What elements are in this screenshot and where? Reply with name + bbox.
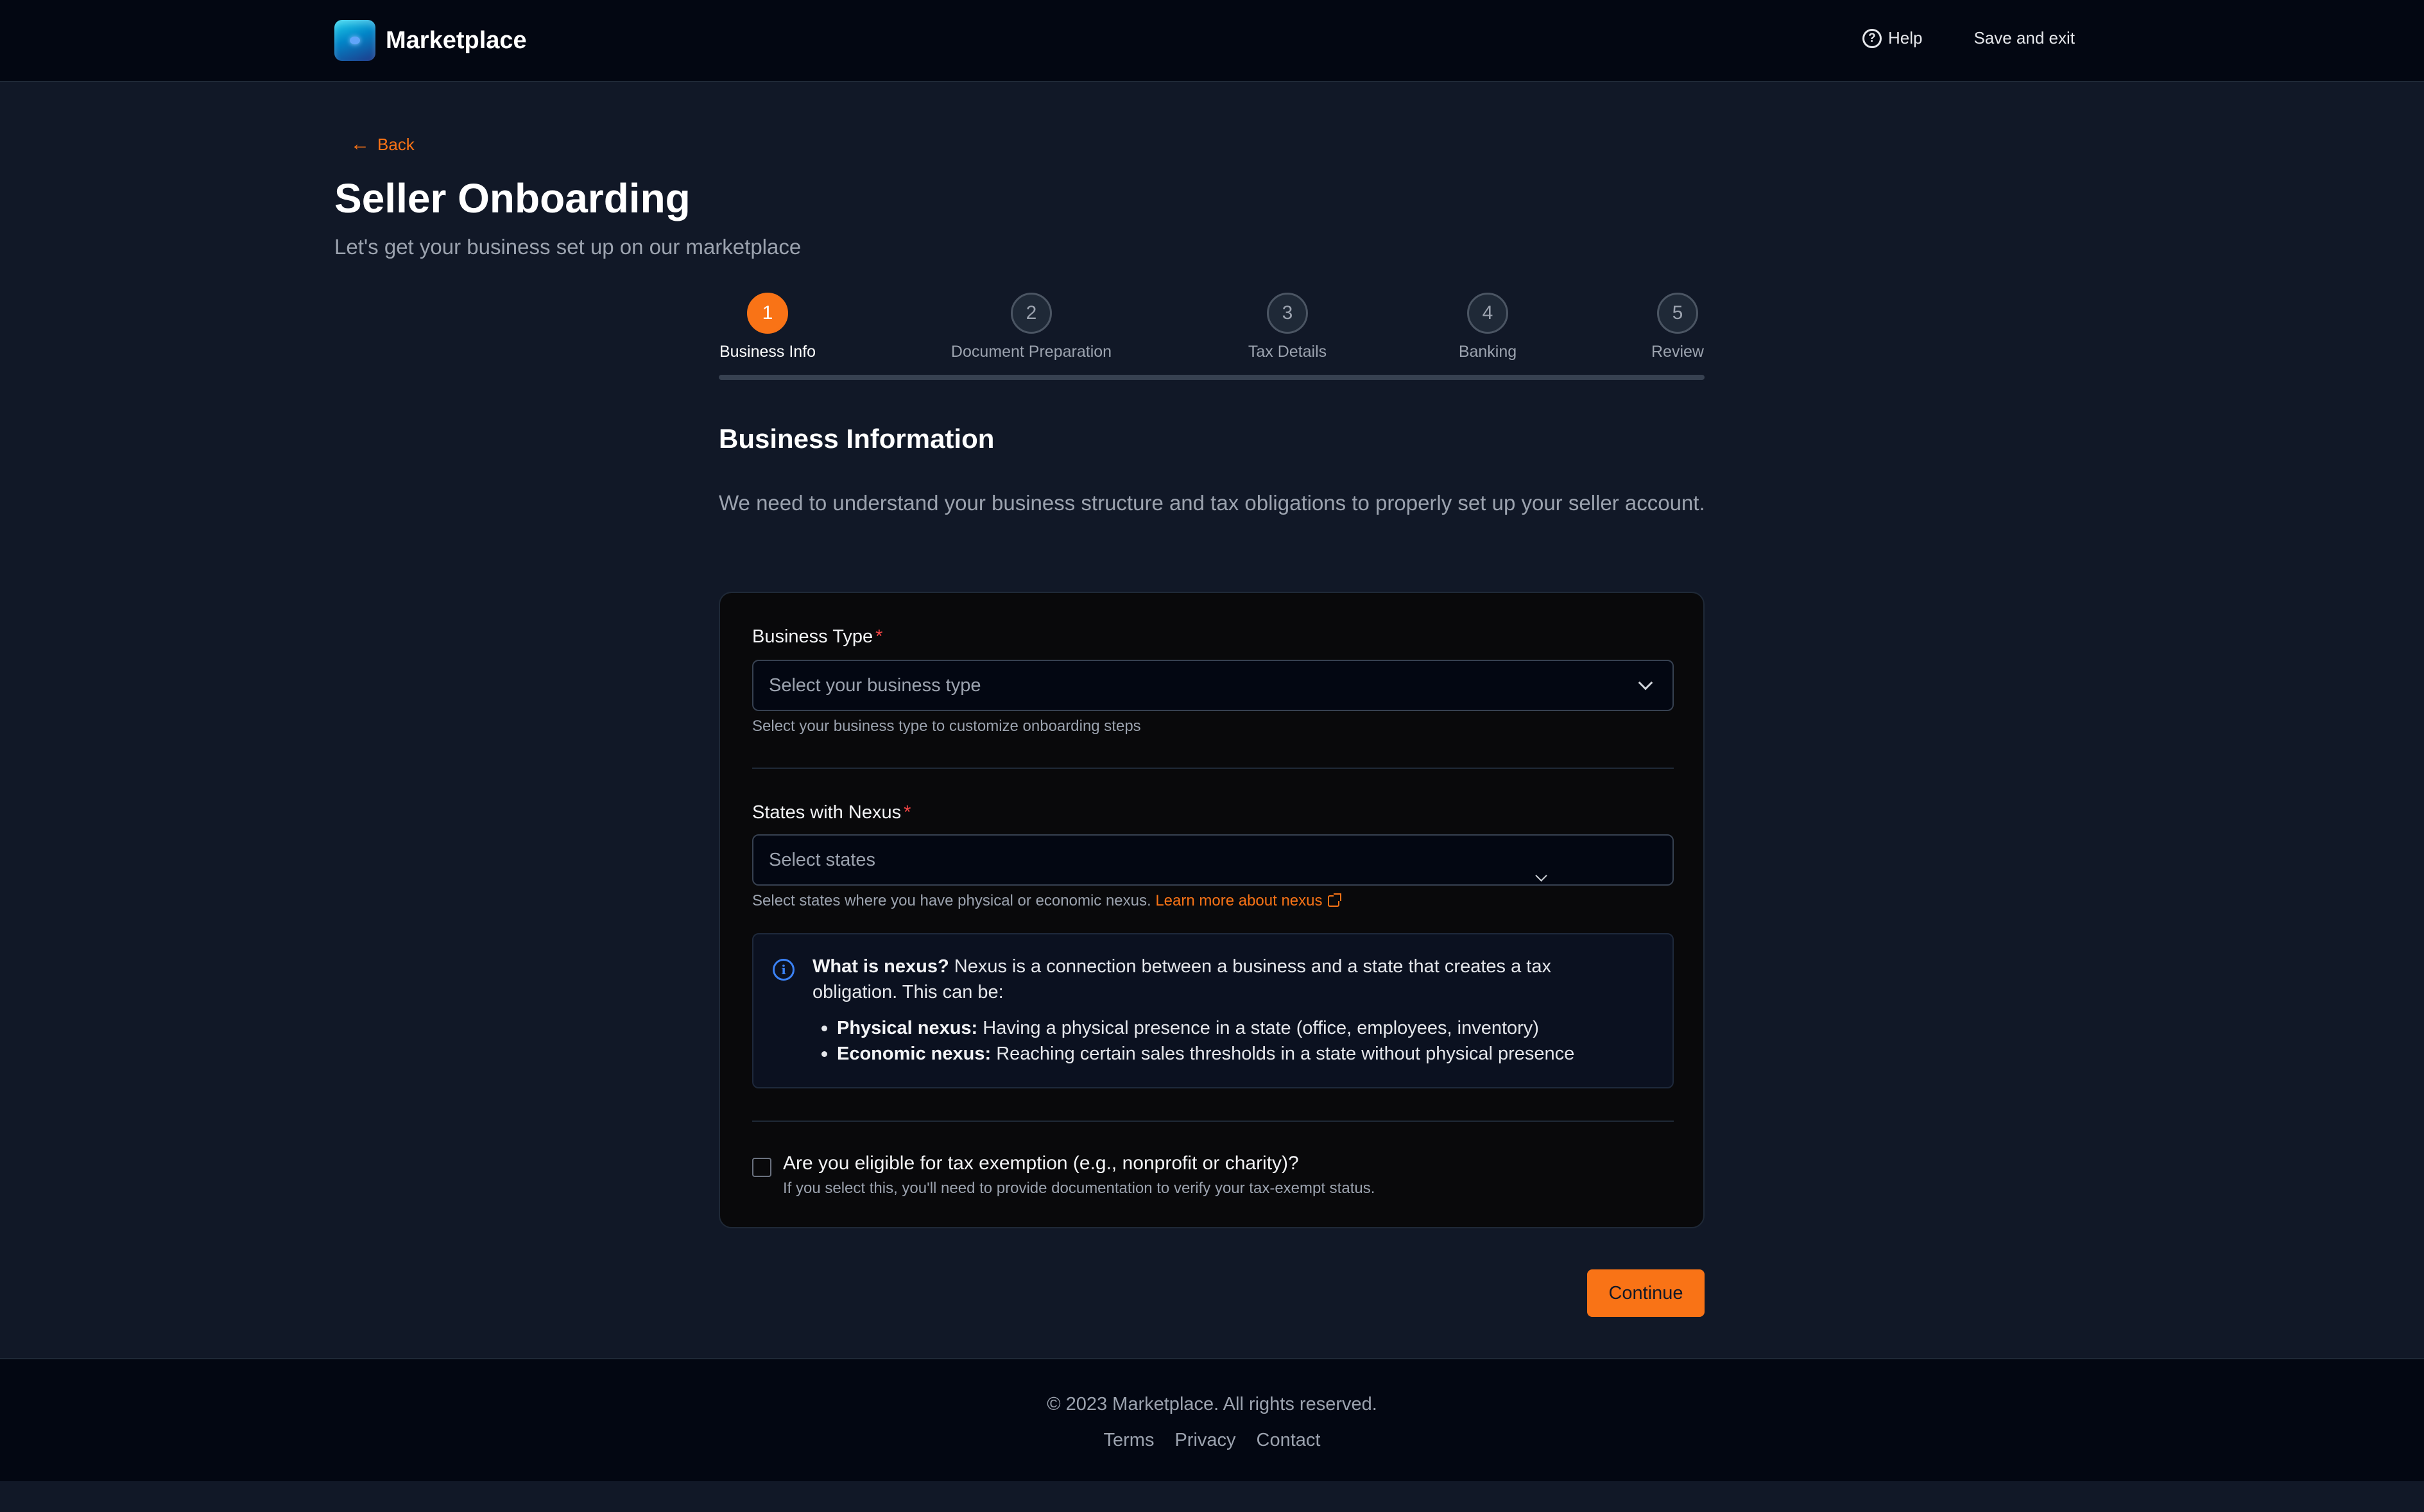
nexus-info-text: What is nexus? Nexus is a connection bet…	[812, 954, 1621, 1005]
tax-exempt-checkbox[interactable]	[752, 1158, 771, 1177]
nexus-term: Physical nexus:	[837, 1018, 978, 1038]
business-type-label-text: Business Type	[752, 626, 873, 647]
back-link[interactable]: ← Back	[350, 133, 415, 155]
required-mark: *	[904, 802, 911, 823]
step-number: 4	[1467, 293, 1508, 334]
step-label: Review	[1651, 343, 1704, 361]
step-number: 5	[1657, 293, 1698, 334]
section-title: Business Information	[719, 424, 995, 454]
nexus-info-lead: What is nexus?	[812, 956, 949, 977]
nexus-states-label: States with Nexus *	[752, 802, 911, 823]
step-number: 1	[747, 293, 788, 334]
step-label: Tax Details	[1248, 343, 1327, 361]
stepper-progress-track	[719, 375, 1705, 380]
nexus-states-placeholder: Select states	[769, 850, 876, 870]
save-and-exit-button[interactable]: Save and exit	[1973, 28, 2075, 48]
brand[interactable]: Marketplace	[334, 20, 527, 61]
section-description: We need to understand your business stru…	[719, 491, 1705, 515]
step-label: Document Preparation	[950, 343, 1112, 361]
business-type-select[interactable]: Select your business type	[752, 660, 1674, 711]
step-number: 3	[1267, 293, 1308, 334]
external-link-icon	[1327, 893, 1341, 907]
business-type-label: Business Type *	[752, 626, 882, 648]
marketplace-logo-icon	[334, 20, 375, 61]
nexus-info-callout: i What is nexus? Nexus is a connection b…	[752, 933, 1674, 1088]
tax-exempt-label[interactable]: Are you eligible for tax exemption (e.g.…	[783, 1153, 1299, 1174]
step-review[interactable]: 5 Review	[1651, 293, 1705, 361]
chevron-down-icon	[1638, 675, 1653, 691]
footer-link-contact[interactable]: Contact	[1257, 1430, 1321, 1451]
nexus-term: Economic nexus:	[837, 1044, 992, 1064]
nexus-states-multiselect[interactable]: Select states	[752, 834, 1674, 886]
tax-exempt-hint: If you select this, you'll need to provi…	[783, 1180, 1375, 1197]
nexus-term-text: Reaching certain sales thresholds in a s…	[996, 1044, 1575, 1064]
step-label: Business Info	[719, 343, 816, 361]
continue-button[interactable]: Continue	[1587, 1269, 1705, 1317]
header-actions: ? Help Save and exit	[1862, 28, 2075, 48]
footer-link-privacy[interactable]: Privacy	[1174, 1430, 1235, 1451]
step-document-preparation[interactable]: 2 Document Preparation	[950, 293, 1113, 361]
help-circle-icon: ?	[1862, 28, 1882, 48]
help-button[interactable]: ? Help	[1862, 28, 1922, 48]
learn-more-nexus-text: Learn more about nexus	[1155, 892, 1323, 909]
list-item: Physical nexus: Having a physical presen…	[821, 1015, 1574, 1041]
step-number: 2	[1011, 293, 1052, 334]
nexus-states-label-text: States with Nexus	[752, 802, 902, 823]
page-title: Seller Onboarding	[334, 175, 691, 221]
nexus-term-text: Having a physical presence in a state (o…	[983, 1018, 1539, 1038]
step-business-info[interactable]: 1 Business Info	[719, 293, 816, 361]
back-label: Back	[377, 134, 415, 154]
nexus-hint-text: Select states where you have physical or…	[752, 892, 1151, 909]
business-type-hint: Select your business type to customize o…	[752, 717, 1141, 735]
list-item: Economic nexus: Reaching certain sales t…	[821, 1041, 1575, 1067]
business-info-form-card: Business Type * Select your business type…	[719, 592, 1705, 1228]
step-label: Banking	[1458, 343, 1517, 361]
page-subtitle: Let's get your business set up on our ma…	[334, 235, 802, 259]
required-mark: *	[875, 626, 883, 647]
chevron-down-icon	[1535, 870, 1547, 882]
footer-links: Terms Privacy Contact	[0, 1430, 2424, 1451]
top-navbar: Marketplace ? Help Save and exit	[0, 0, 2424, 82]
learn-more-nexus-link[interactable]: Learn more about nexus	[1155, 892, 1341, 909]
section-divider	[752, 1121, 1674, 1122]
onboarding-stepper: 1 Business Info 2 Document Preparation 3…	[719, 293, 1705, 380]
section-divider	[752, 768, 1674, 769]
arrow-left-icon: ←	[350, 133, 370, 155]
copyright-text: © 2023 Marketplace. All rights reserved.	[1047, 1394, 1377, 1414]
footer: © 2023 Marketplace. All rights reserved.…	[0, 1358, 2424, 1481]
footer-link-terms[interactable]: Terms	[1104, 1430, 1155, 1451]
nexus-types-list: Physical nexus: Having a physical presen…	[821, 1015, 1575, 1067]
brand-name: Marketplace	[386, 26, 527, 54]
step-banking[interactable]: 4 Banking	[1458, 293, 1517, 361]
help-label: Help	[1887, 28, 1923, 47]
step-tax-details[interactable]: 3 Tax Details	[1248, 293, 1327, 361]
business-type-placeholder: Select your business type	[769, 675, 981, 696]
info-circle-icon: i	[773, 959, 795, 981]
nexus-states-hint: Select states where you have physical or…	[752, 892, 1341, 910]
